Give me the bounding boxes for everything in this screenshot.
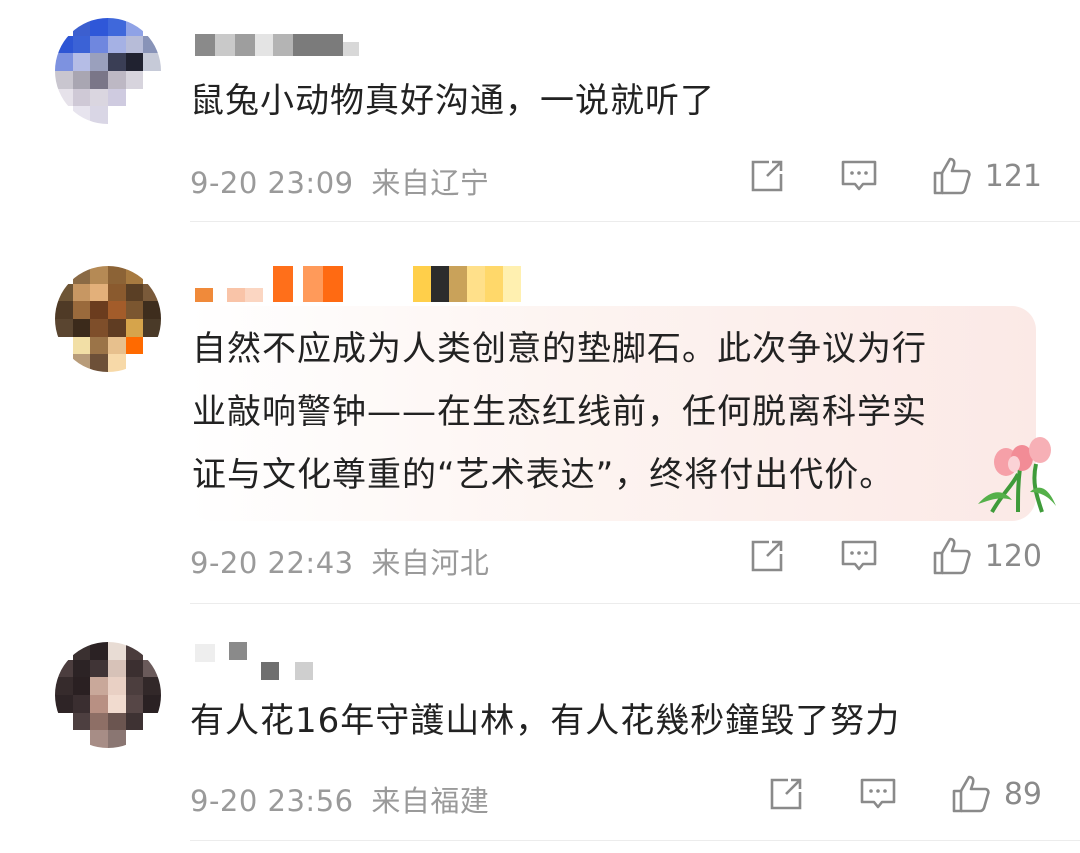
comment-item: 鼠兔小动物真好沟通，一说就听了 9-20 23:09 来自辽宁 121 (0, 0, 1080, 222)
username[interactable] (195, 264, 521, 302)
comment-item: 自然不应成为人类创意的垫脚石。此次争议为行 业敲响警钟——在生态红线前，任何脱离… (0, 222, 1080, 604)
share-icon (770, 778, 802, 810)
comment-time: 9-20 23:56 (190, 784, 354, 818)
username[interactable] (195, 30, 359, 56)
avatar[interactable] (55, 18, 161, 124)
thumbs-up-icon (933, 537, 971, 575)
comment-icon (860, 778, 896, 809)
comment-text: 有人花16年守護山林，有人花幾秒鐘毀了努力 (190, 701, 901, 741)
reply-button[interactable] (839, 536, 879, 576)
thumbs-up-icon (952, 775, 990, 813)
comment-actions: 89 (766, 773, 1042, 815)
comment-meta: 9-20 22:43 来自河北 (190, 540, 489, 582)
like-button[interactable]: 120 (931, 535, 1042, 577)
comment-actions: 121 (747, 155, 1042, 197)
share-button[interactable] (747, 156, 787, 196)
comment-text: 鼠兔小动物真好沟通，一说就听了 (190, 81, 715, 121)
like-button[interactable]: 89 (950, 773, 1042, 815)
like-button[interactable]: 121 (931, 155, 1042, 197)
share-button[interactable] (747, 536, 787, 576)
comment-time: 9-20 22:43 (190, 546, 354, 580)
comment-location: 来自河北 (371, 546, 490, 580)
comment-meta: 9-20 23:09 来自辽宁 (190, 160, 489, 202)
comment-icon (841, 540, 877, 571)
comment-item: 有人花16年守護山林，有人花幾秒鐘毀了努力 9-20 23:56 来自福建 89 (0, 604, 1080, 853)
comment-meta: 9-20 23:56 来自福建 (190, 778, 489, 820)
like-count: 121 (984, 158, 1042, 194)
like-count: 89 (1003, 776, 1042, 812)
comment-location: 来自辽宁 (371, 166, 490, 200)
avatar[interactable] (55, 642, 161, 748)
avatar[interactable] (55, 266, 161, 372)
reply-button[interactable] (839, 156, 879, 196)
share-icon (751, 160, 783, 192)
comment-text: 自然不应成为人类创意的垫脚石。此次争议为行 业敲响警钟——在生态红线前，任何脱离… (188, 306, 1036, 521)
tulip-icon (978, 437, 1056, 513)
like-count: 120 (984, 538, 1042, 574)
thumbs-up-icon (933, 157, 971, 195)
comment-time: 9-20 23:09 (190, 166, 354, 200)
share-icon (751, 540, 783, 572)
username[interactable] (195, 640, 313, 680)
divider (190, 840, 1080, 841)
reply-button[interactable] (858, 774, 898, 814)
comment-icon (841, 160, 877, 191)
share-button[interactable] (766, 774, 806, 814)
comment-actions: 120 (747, 535, 1042, 577)
comment-location: 来自福建 (371, 784, 490, 818)
